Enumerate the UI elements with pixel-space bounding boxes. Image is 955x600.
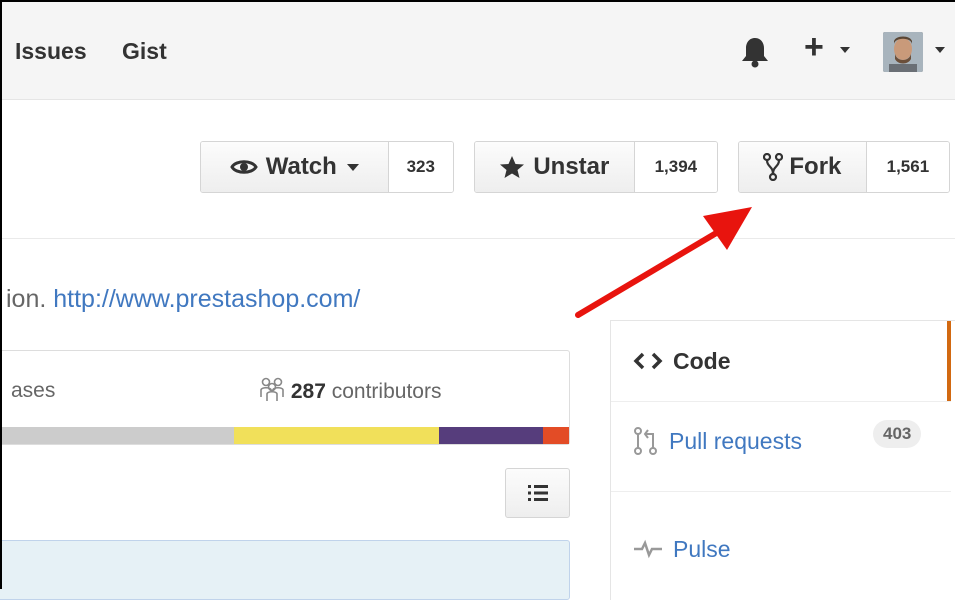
annotation-arrow [575,207,752,318]
